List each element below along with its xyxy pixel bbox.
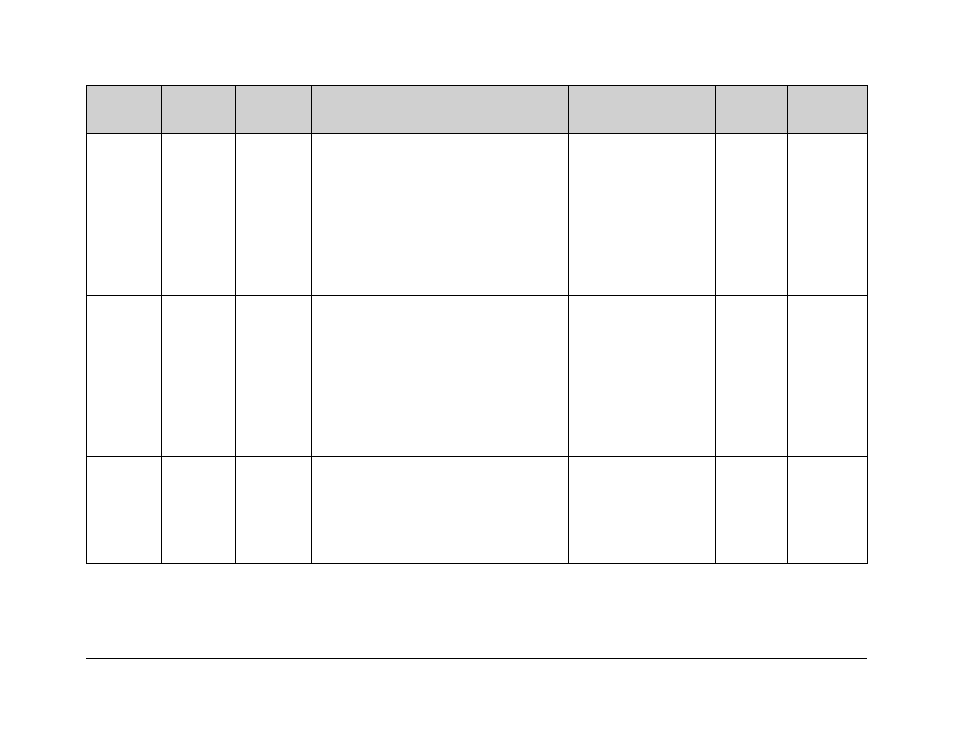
table-cell	[312, 457, 569, 564]
table-header-cell	[716, 86, 788, 134]
table-header-cell	[569, 86, 716, 134]
table-cell	[162, 457, 236, 564]
table-cell	[569, 457, 716, 564]
table-cell	[788, 296, 868, 457]
table-row	[87, 134, 868, 296]
table-cell	[87, 296, 162, 457]
table-cell	[788, 457, 868, 564]
table-container	[86, 85, 867, 564]
table-cell	[788, 134, 868, 296]
table-header-cell	[312, 86, 569, 134]
data-table	[86, 85, 868, 564]
table-row	[87, 457, 868, 564]
table-cell	[312, 134, 569, 296]
table-cell	[312, 296, 569, 457]
table-row	[87, 296, 868, 457]
table-cell	[162, 134, 236, 296]
table-cell	[716, 296, 788, 457]
table-cell	[236, 296, 312, 457]
table-cell	[87, 457, 162, 564]
table-cell	[569, 296, 716, 457]
table-cell	[716, 134, 788, 296]
table-cell	[162, 296, 236, 457]
table-header-cell	[87, 86, 162, 134]
table-cell	[87, 134, 162, 296]
table-cell	[236, 134, 312, 296]
table-cell	[569, 134, 716, 296]
table-header-cell	[788, 86, 868, 134]
table-header-row	[87, 86, 868, 134]
horizontal-rule	[86, 658, 867, 659]
table-header-cell	[162, 86, 236, 134]
table-header-cell	[236, 86, 312, 134]
table-cell	[236, 457, 312, 564]
table-cell	[716, 457, 788, 564]
